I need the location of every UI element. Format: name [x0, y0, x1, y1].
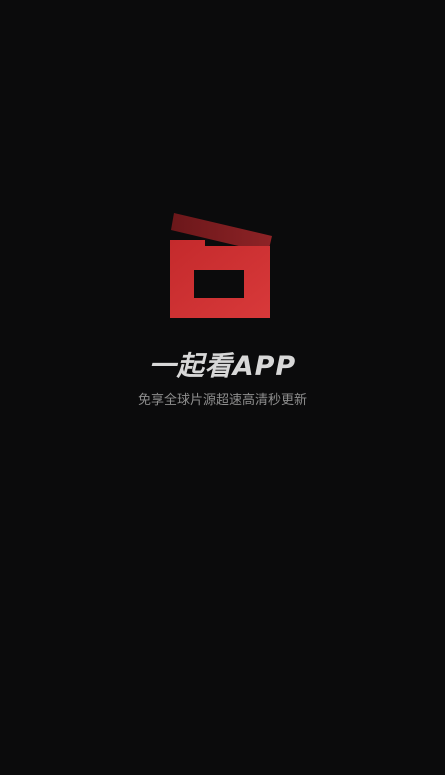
tagline: 免享全球片源超速高清秒更新 [137, 393, 307, 408]
app-name: 一起看APP [148, 351, 297, 382]
clapperboard-icon [165, 210, 277, 322]
splash-screen: 一起看APP 免享全球片源超速高清秒更新 [0, 0, 445, 775]
